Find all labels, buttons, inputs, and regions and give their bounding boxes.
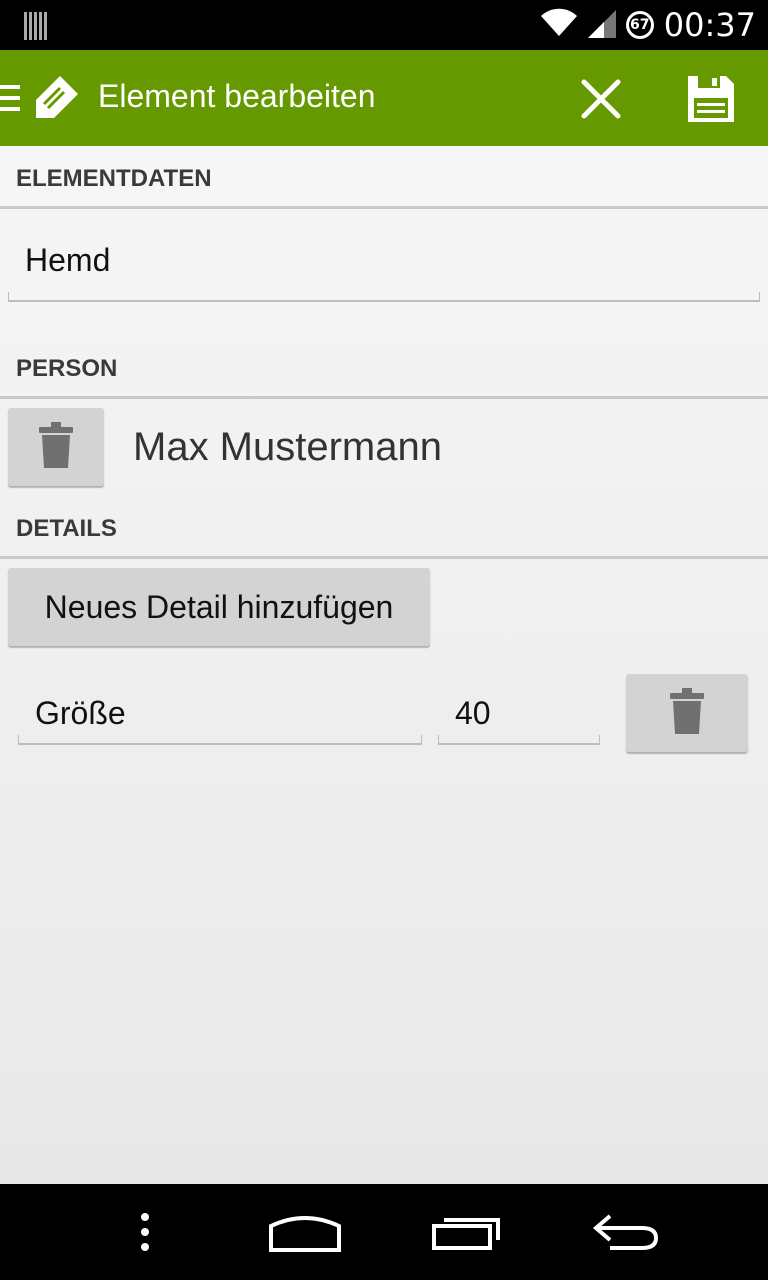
add-detail-button[interactable]: Neues Detail hinzufügen [8, 568, 430, 646]
add-detail-button-label: Neues Detail hinzufügen [44, 588, 394, 625]
detail-key-underline [18, 735, 422, 745]
close-icon[interactable] [576, 74, 626, 124]
overflow-menu-icon[interactable] [120, 1184, 170, 1280]
page-title: Element bearbeiten [98, 78, 376, 114]
detail-value-underline [438, 735, 600, 745]
edit-form: ELEMENTDATEN Hemd PERSON Max Mustermann … [0, 146, 768, 1184]
element-name-input[interactable]: Hemd [25, 242, 110, 279]
back-icon[interactable] [584, 1184, 668, 1280]
notification-bars-icon [24, 12, 48, 44]
drawer-menu-icon[interactable] [0, 83, 20, 117]
delete-detail-button[interactable] [626, 674, 748, 752]
delete-person-button[interactable] [8, 408, 104, 486]
divider [0, 396, 768, 399]
wifi-icon [540, 8, 578, 42]
signal-icon [587, 8, 616, 42]
status-bar: 67 00:37 [0, 0, 768, 50]
section-header-person: PERSON [16, 355, 118, 382]
section-header-details: DETAILS [16, 515, 117, 542]
clock: 00:37 [663, 6, 756, 44]
action-bar: Element bearbeiten [0, 50, 768, 146]
detail-value-input[interactable]: 40 [455, 695, 491, 732]
detail-key-input[interactable]: Größe [35, 695, 126, 732]
trash-icon [39, 422, 73, 472]
edit-pencil-icon[interactable] [34, 74, 80, 124]
element-name-underline [8, 292, 760, 302]
recents-icon[interactable] [424, 1184, 508, 1280]
person-name: Max Mustermann [133, 425, 442, 469]
navigation-bar [0, 1184, 768, 1280]
save-disk-icon[interactable] [684, 72, 738, 126]
divider [0, 556, 768, 559]
divider [0, 206, 768, 209]
battery-icon: 67 [625, 11, 654, 39]
trash-icon [670, 688, 704, 738]
section-header-element-data: ELEMENTDATEN [16, 165, 212, 192]
home-icon[interactable] [260, 1184, 350, 1280]
